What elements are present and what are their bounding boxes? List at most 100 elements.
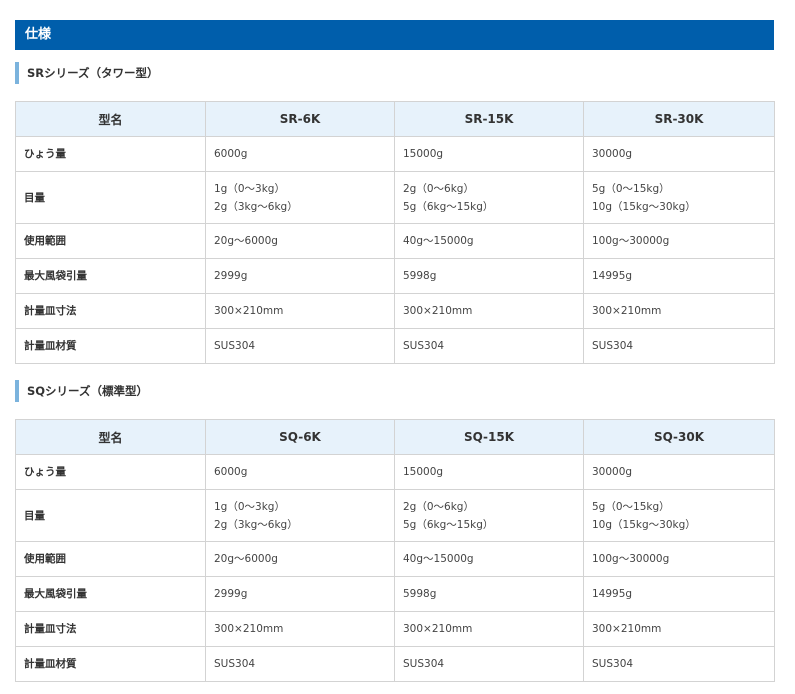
table-cell: 14995g <box>583 576 775 612</box>
table-row: 計量皿寸法 300×210mm 300×210mm 300×210mm <box>15 611 775 647</box>
cell-text: 2g（3kg〜6kg） <box>214 518 298 531</box>
table-row: 計量皿材質 SUS304 SUS304 SUS304 <box>15 328 775 364</box>
table-row: 最大風袋引量 2999g 5998g 14995g <box>15 576 775 612</box>
table-cell: 300×210mm <box>583 293 775 329</box>
cell-text: 300×210mm <box>214 623 284 635</box>
section-title: 仕様 <box>15 20 774 50</box>
table-cell: 30000g <box>583 454 775 490</box>
cell-text: 14995g <box>592 270 633 282</box>
row-label: 目量 <box>15 171 206 224</box>
cell-text: 2g（3kg〜6kg） <box>214 200 298 213</box>
cell-text: 5998g <box>403 588 437 600</box>
table-row: 目量 1g（0〜3kg） 2g（3kg〜6kg） 2g（0〜6kg） 5g（6kg〜15… <box>15 171 775 224</box>
cell-text: 20g〜6000g <box>214 553 278 565</box>
table-cell: 30000g <box>583 136 775 172</box>
spec-page: 仕様 SRシリーズ（タワー型） 型名 SR-6K SR-15K SR-30K ひ… <box>15 20 775 682</box>
cell-text: 6000g <box>214 466 248 478</box>
cell-text: 300×210mm <box>403 623 473 635</box>
cell-text: SUS304 <box>592 340 634 352</box>
row-label: ひょう量 <box>15 136 206 172</box>
cell-text: 300×210mm <box>214 305 284 317</box>
cell-text: 2g（0〜6kg） <box>403 500 474 513</box>
model-header: SQ-30K <box>583 419 775 455</box>
row-label: 計量皿材質 <box>15 328 206 364</box>
table-header-row: 型名 SQ-6K SQ-15K SQ-30K <box>15 419 775 455</box>
table-row: 使用範囲 20g〜6000g 40g〜15000g 100g〜30000g <box>15 541 775 577</box>
row-label: 計量皿寸法 <box>15 293 206 329</box>
model-header: SQ-6K <box>205 419 395 455</box>
table-cell: 14995g <box>583 258 775 294</box>
cell-text: 300×210mm <box>592 623 662 635</box>
cell-text: 300×210mm <box>592 305 662 317</box>
table-cell: 300×210mm <box>205 293 395 329</box>
cell-text: 40g〜15000g <box>403 553 474 565</box>
cell-text: SUS304 <box>592 658 634 670</box>
model-header: SR-30K <box>583 101 775 137</box>
cell-text: 5998g <box>403 270 437 282</box>
table-row: ひょう量 6000g 15000g 30000g <box>15 136 775 172</box>
cell-text: 5g（0〜15kg） <box>592 182 670 195</box>
row-label: 使用範囲 <box>15 223 206 259</box>
table-cell: 6000g <box>205 454 395 490</box>
table-cell: 100g〜30000g <box>583 541 775 577</box>
cell-text: SUS304 <box>403 658 445 670</box>
table-cell: 5g（0〜15kg） 10g（15kg〜30kg） <box>583 171 775 224</box>
table-row: 計量皿材質 SUS304 SUS304 SUS304 <box>15 646 775 682</box>
table-cell: SUS304 <box>205 328 395 364</box>
table-cell: 300×210mm <box>583 611 775 647</box>
table-cell: 20g〜6000g <box>205 223 395 259</box>
table-row: 目量 1g（0〜3kg） 2g（3kg〜6kg） 2g（0〜6kg） 5g（6kg〜15… <box>15 489 775 542</box>
model-header: SR-6K <box>205 101 395 137</box>
cell-text: 5g（6kg〜15kg） <box>403 518 494 531</box>
table-header-row: 型名 SR-6K SR-15K SR-30K <box>15 101 775 137</box>
sr-spec-table: 型名 SR-6K SR-15K SR-30K ひょう量 6000g 15000g 30… <box>15 101 775 364</box>
table-cell: 5998g <box>394 258 584 294</box>
table-cell: 300×210mm <box>394 611 584 647</box>
sr-series-subtitle: SRシリーズ（タワー型） <box>15 62 774 84</box>
cell-text: 1g（0〜3kg） <box>214 500 285 513</box>
table-cell: 2999g <box>205 258 395 294</box>
table-cell: 15000g <box>394 454 584 490</box>
model-header: SQ-15K <box>394 419 584 455</box>
cell-text: 2g（0〜6kg） <box>403 182 474 195</box>
cell-text: 15000g <box>403 466 444 478</box>
table-row: ひょう量 6000g 15000g 30000g <box>15 454 775 490</box>
cell-text: 30000g <box>592 466 633 478</box>
cell-text: 1g（0〜3kg） <box>214 182 285 195</box>
cell-text: 6000g <box>214 148 248 160</box>
model-header: SR-15K <box>394 101 584 137</box>
table-cell: 100g〜30000g <box>583 223 775 259</box>
table-cell: SUS304 <box>205 646 395 682</box>
cell-text: 20g〜6000g <box>214 235 278 247</box>
cell-text: 100g〜30000g <box>592 235 670 247</box>
table-cell: 1g（0〜3kg） 2g（3kg〜6kg） <box>205 171 395 224</box>
row-label: 使用範囲 <box>15 541 206 577</box>
table-cell: SUS304 <box>394 646 584 682</box>
table-cell: 1g（0〜3kg） 2g（3kg〜6kg） <box>205 489 395 542</box>
row-label: 目量 <box>15 489 206 542</box>
cell-text: 5g（0〜15kg） <box>592 500 670 513</box>
cell-text: 5g（6kg〜15kg） <box>403 200 494 213</box>
model-name-header: 型名 <box>15 419 206 455</box>
cell-text: 14995g <box>592 588 633 600</box>
table-cell: 2g（0〜6kg） 5g（6kg〜15kg） <box>394 489 584 542</box>
cell-text: 15000g <box>403 148 444 160</box>
table-cell: 5998g <box>394 576 584 612</box>
cell-text: 300×210mm <box>403 305 473 317</box>
sq-spec-table: 型名 SQ-6K SQ-15K SQ-30K ひょう量 6000g 15000g 30… <box>15 419 775 682</box>
table-cell: SUS304 <box>583 328 775 364</box>
table-cell: 2g（0〜6kg） 5g（6kg〜15kg） <box>394 171 584 224</box>
table-row: 使用範囲 20g〜6000g 40g〜15000g 100g〜30000g <box>15 223 775 259</box>
row-label: 最大風袋引量 <box>15 576 206 612</box>
table-cell: 15000g <box>394 136 584 172</box>
table-cell: 300×210mm <box>394 293 584 329</box>
model-name-header: 型名 <box>15 101 206 137</box>
table-cell: 40g〜15000g <box>394 541 584 577</box>
cell-text: 30000g <box>592 148 633 160</box>
cell-text: SUS304 <box>403 340 445 352</box>
row-label: 計量皿材質 <box>15 646 206 682</box>
table-cell: 40g〜15000g <box>394 223 584 259</box>
cell-text: 2999g <box>214 588 248 600</box>
table-cell: SUS304 <box>583 646 775 682</box>
cell-text: 10g（15kg〜30kg） <box>592 518 696 531</box>
